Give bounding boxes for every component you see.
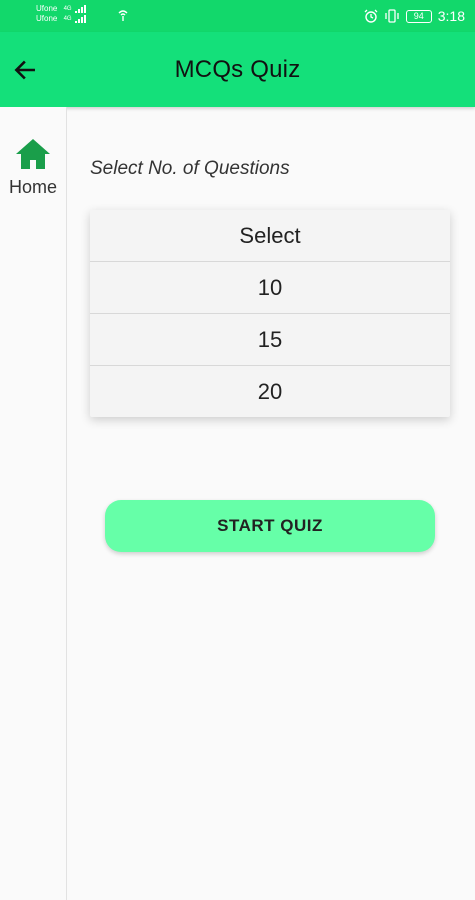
sidebar: Home <box>0 107 67 900</box>
status-right: 94 3:18 <box>364 7 465 25</box>
signal-icon <box>74 14 86 23</box>
start-quiz-button[interactable]: START QUIZ <box>105 500 435 552</box>
page-title: MCQs Quiz <box>174 56 301 83</box>
wifi-icon <box>118 10 128 21</box>
battery-icon: 94 <box>405 9 432 23</box>
carrier-info: Ufone 4G Ufone 4G <box>36 4 146 28</box>
status-bar: Ufone 4G Ufone 4G 94 3:18 <box>0 0 475 32</box>
dropdown-option-20[interactable]: 20 <box>90 366 450 417</box>
carrier-line-1: Ufone 4G <box>36 4 146 14</box>
vibrate-icon <box>385 9 399 23</box>
dropdown-option-10[interactable]: 10 <box>90 262 450 314</box>
network-type-2: 4G <box>63 16 72 22</box>
clock: 3:18 <box>437 8 465 24</box>
alarm-icon <box>364 9 378 23</box>
sidebar-item-home[interactable]: Home <box>0 137 66 207</box>
question-count-dropdown[interactable]: Select 10 15 20 <box>90 210 450 417</box>
home-icon <box>16 139 50 169</box>
carrier-name-2: Ufone <box>36 14 58 23</box>
sidebar-item-label: Home <box>8 177 57 197</box>
dropdown-option-15[interactable]: 15 <box>90 314 450 366</box>
network-type-1: 4G <box>63 6 72 12</box>
carrier-name-1: Ufone <box>36 4 58 13</box>
dropdown-option-select[interactable]: Select <box>90 210 450 262</box>
app-bar: MCQs Quiz <box>0 32 475 107</box>
question-count-label: Select No. of Questions <box>90 158 290 179</box>
carrier-line-2: Ufone 4G <box>36 14 146 24</box>
signal-icon <box>74 4 86 13</box>
